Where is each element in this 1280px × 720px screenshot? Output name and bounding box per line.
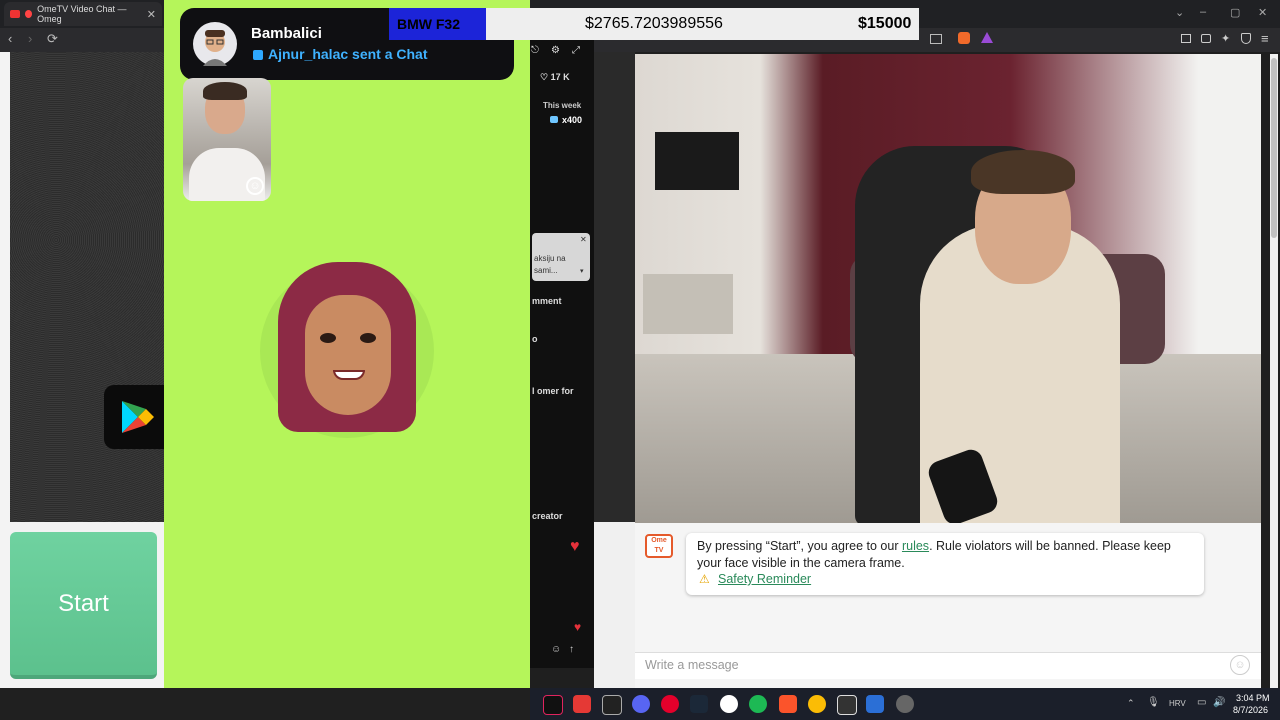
app-icon[interactable] bbox=[896, 695, 914, 713]
tv bbox=[655, 132, 739, 190]
divider-strip bbox=[594, 52, 635, 522]
obs-icon[interactable] bbox=[720, 695, 738, 713]
ometv-logo: Ome TV bbox=[645, 534, 673, 558]
gift-icon bbox=[550, 116, 558, 123]
mic-icon[interactable]: 🎙 bbox=[1147, 697, 1160, 708]
bitmoji-face bbox=[305, 295, 391, 415]
sidebar-icon[interactable] bbox=[1181, 34, 1191, 43]
menu-icon[interactable]: ≡ bbox=[1261, 31, 1269, 46]
steam-icon[interactable] bbox=[690, 695, 708, 713]
o-label: o bbox=[532, 334, 538, 344]
epic-games-icon[interactable] bbox=[602, 695, 622, 715]
back-icon[interactable]: ‹ bbox=[8, 31, 12, 46]
caret-down-icon[interactable]: ▾ bbox=[580, 267, 584, 275]
clock-date[interactable]: 8/7/2026 bbox=[1233, 705, 1268, 715]
partner-video bbox=[635, 54, 1261, 523]
heart-icon: ♥ bbox=[574, 620, 582, 634]
clock-time[interactable]: 3:04 PM bbox=[1236, 693, 1270, 703]
popup-text: aksiju na sami... bbox=[534, 254, 566, 275]
rules-link[interactable]: rules bbox=[902, 539, 929, 553]
partner-video-placeholder bbox=[10, 52, 164, 522]
monitor-icon[interactable] bbox=[866, 695, 884, 713]
tray-expand-icon[interactable]: ⌃ bbox=[1127, 698, 1135, 709]
google-play-icon bbox=[122, 401, 154, 433]
goal-target-amount: $15000 bbox=[858, 15, 912, 32]
settings-icon[interactable]: ⚙ bbox=[551, 45, 560, 56]
goal-label: BMW F32 bbox=[389, 8, 486, 40]
person-hair bbox=[971, 150, 1075, 194]
tiktok-live-panel bbox=[530, 40, 594, 668]
message-prefix: By pressing “Start”, you agree to our bbox=[697, 539, 902, 553]
week-label: This week bbox=[543, 101, 582, 110]
exit-icon[interactable]: ⎋ bbox=[531, 45, 539, 56]
cabinet bbox=[643, 274, 733, 334]
google-play-badge[interactable] bbox=[104, 385, 164, 449]
minimize-icon[interactable]: – bbox=[1200, 6, 1206, 18]
notification-message: Ajnur_halac sent a Chat bbox=[268, 46, 428, 62]
rewards-icon[interactable] bbox=[981, 32, 993, 43]
scroll-up-icon[interactable]: ↑ bbox=[569, 644, 574, 655]
safety-reminder-link[interactable]: Safety Reminder bbox=[718, 572, 811, 586]
browser-tab[interactable]: OmeTV Video Chat — Omeg ✕ bbox=[4, 2, 162, 26]
bitmoji-eye-left bbox=[320, 333, 336, 343]
emoji-icon[interactable]: ☺ bbox=[1230, 655, 1250, 675]
bitmoji-eye-right bbox=[360, 333, 376, 343]
warning-icon: ⚠ bbox=[699, 572, 710, 586]
leo-icon[interactable]: ✦ bbox=[1221, 32, 1230, 45]
chat-icon bbox=[253, 50, 263, 60]
chrome-icon[interactable] bbox=[808, 695, 826, 713]
smile-icon[interactable]: ☺ bbox=[246, 177, 264, 195]
active-app-icon[interactable] bbox=[837, 695, 857, 715]
emoji-icon[interactable]: ☺ bbox=[551, 644, 561, 655]
heart-icon: ♥ bbox=[570, 538, 580, 555]
streamlabs-icon[interactable] bbox=[573, 695, 591, 713]
language-indicator[interactable]: HRV bbox=[1169, 699, 1186, 708]
network-icon[interactable]: ▭ bbox=[1197, 697, 1206, 708]
record-icon bbox=[24, 10, 33, 18]
popup-close-icon[interactable]: ✕ bbox=[580, 235, 587, 244]
comment-label: mment bbox=[532, 296, 562, 306]
expand-icon[interactable]: ⤢ bbox=[572, 45, 580, 56]
wallet-icon[interactable] bbox=[1201, 34, 1211, 43]
bitmoji-mouth bbox=[333, 370, 365, 380]
divider-strip-lower bbox=[594, 522, 635, 688]
taskbar-left bbox=[0, 688, 530, 720]
person-hair bbox=[203, 82, 247, 100]
tab-close-icon[interactable]: ✕ bbox=[147, 8, 156, 21]
start-button[interactable]: Start bbox=[10, 532, 157, 679]
spotify-icon[interactable] bbox=[749, 695, 767, 713]
forward-icon[interactable]: › bbox=[28, 31, 32, 46]
screen-icon[interactable] bbox=[930, 34, 942, 44]
tiktok-icon[interactable] bbox=[543, 695, 563, 715]
reload-icon[interactable]: ⟳ bbox=[47, 31, 58, 47]
vpn-shield-icon[interactable] bbox=[1241, 33, 1251, 44]
tab-title: OmeTV Video Chat — Omeg bbox=[37, 4, 127, 24]
creator-label: creator bbox=[532, 511, 563, 521]
opera-icon[interactable] bbox=[661, 695, 679, 713]
maximize-icon[interactable]: ▢ bbox=[1230, 6, 1240, 19]
brave-shield-icon[interactable] bbox=[958, 32, 970, 44]
volume-icon[interactable]: 🔊 bbox=[1213, 697, 1225, 708]
chevron-down-icon[interactable]: ⌄ bbox=[1175, 6, 1184, 19]
message-input-placeholder: Write a message bbox=[645, 658, 739, 672]
goal-current-amount: $2765.7203989556 bbox=[585, 15, 723, 32]
discord-icon[interactable] bbox=[632, 695, 650, 713]
likes-count: ♡ 17 K bbox=[540, 72, 570, 82]
omer-label: l omer for bbox=[532, 386, 574, 396]
avatar bbox=[193, 22, 237, 66]
scrollbar-thumb[interactable] bbox=[1271, 58, 1277, 238]
system-message-text: By pressing “Start”, you agree to our ru… bbox=[697, 538, 1197, 571]
tiktok-popup[interactable]: aksiju na sami... ✕ ▾ bbox=[532, 233, 590, 281]
youtube-icon bbox=[10, 10, 20, 18]
window-close-icon[interactable]: ✕ bbox=[1258, 6, 1267, 19]
notification-sender: Bambalici bbox=[251, 25, 322, 42]
brave-icon[interactable] bbox=[779, 695, 797, 713]
gift-count: x400 bbox=[562, 115, 583, 125]
